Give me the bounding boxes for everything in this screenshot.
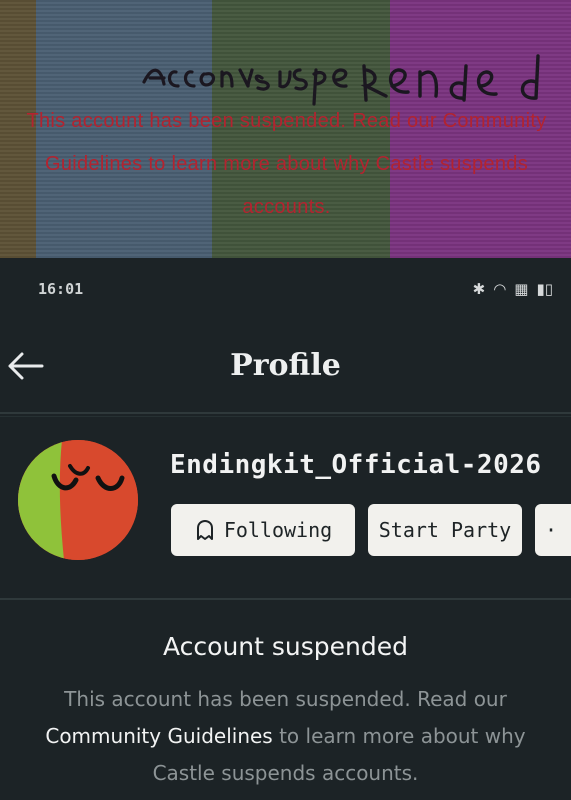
status-icons: ✱ ◠ ▦ ▮▯	[473, 280, 553, 298]
avatar[interactable]	[18, 440, 138, 560]
meme-banner: This account has been suspended. Read ou…	[0, 0, 571, 258]
following-label: Following	[223, 518, 333, 542]
wifi-icon: ◠	[493, 280, 507, 298]
start-party-button[interactable]: Start Party	[368, 504, 522, 556]
header-divider-shadow	[0, 416, 571, 417]
signal-icon: ▦	[514, 280, 529, 298]
suspension-message: This account has been suspended. Read ou…	[20, 681, 551, 792]
profile-divider	[0, 598, 571, 600]
profile-username: Endingkit_Official-2026	[170, 450, 542, 480]
suspension-text-before: This account has been suspended. Read ou…	[64, 687, 507, 711]
status-time: 16:01	[38, 280, 84, 298]
start-party-label: Start Party	[378, 518, 512, 542]
avatar-face-icon	[18, 440, 138, 560]
app-bar: Profile	[0, 324, 571, 410]
battery-icon: ▮▯	[536, 280, 553, 298]
page-title: Profile	[230, 348, 341, 383]
community-guidelines-link[interactable]: Community Guidelines	[45, 724, 272, 748]
header-divider	[0, 412, 571, 414]
more-options-button[interactable]: ·	[535, 504, 571, 556]
bluetooth-icon: ✱	[472, 280, 486, 298]
suspension-title: Account suspended	[163, 632, 408, 661]
following-button[interactable]: Following	[171, 504, 355, 556]
banner-message: This account has been suspended. Read ou…	[26, 110, 547, 218]
profile-screen: 16:01 ✱ ◠ ▦ ▮▯ Profile Endingkit_Officia…	[0, 258, 571, 800]
more-icon: ·	[545, 518, 558, 542]
status-bar: 16:01 ✱ ◠ ▦ ▮▯	[0, 258, 571, 324]
ghost-icon	[196, 520, 213, 540]
